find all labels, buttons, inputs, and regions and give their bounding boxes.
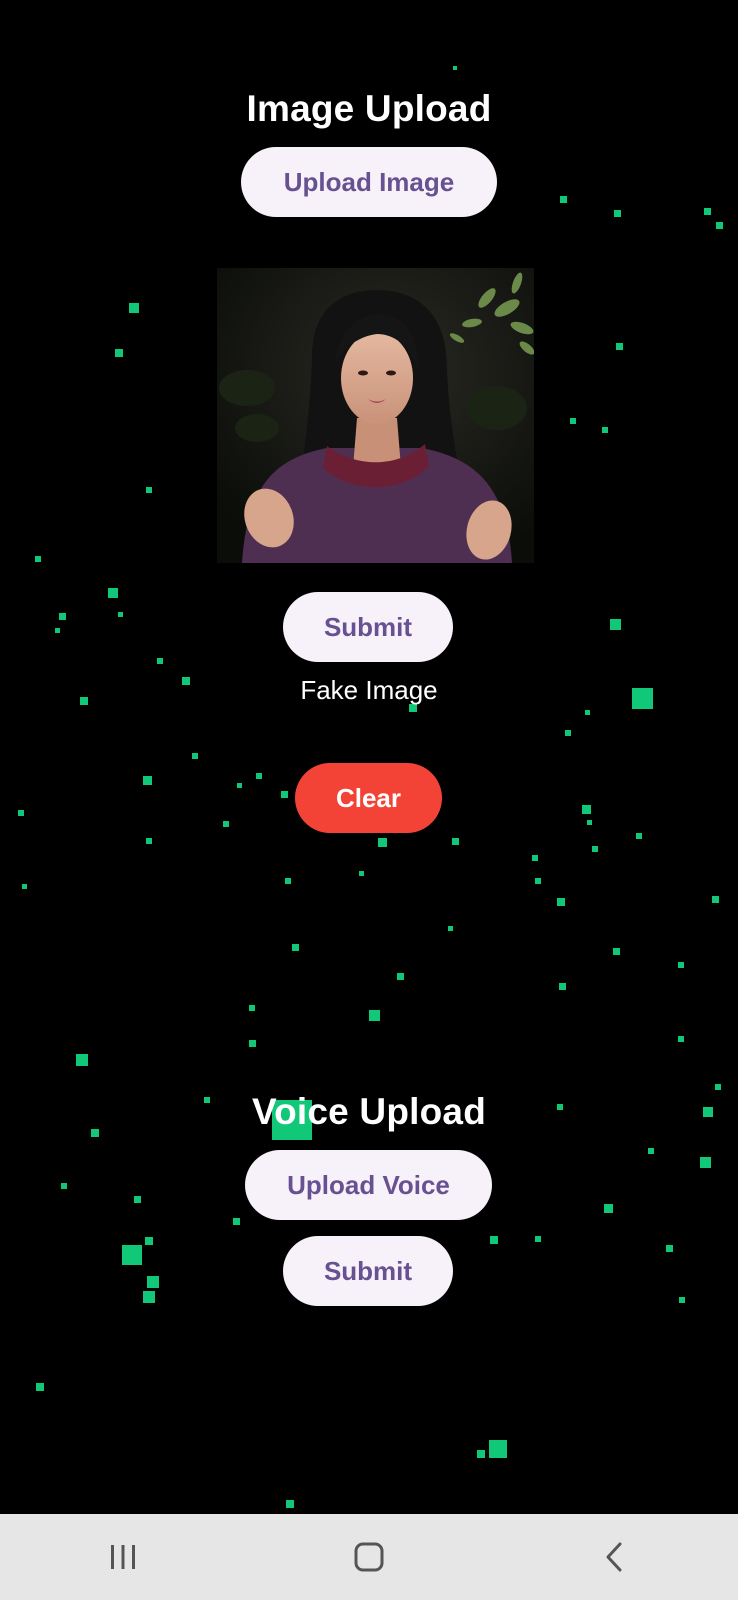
particle bbox=[452, 838, 459, 845]
particle bbox=[613, 948, 620, 955]
image-submit-button[interactable]: Submit bbox=[283, 592, 453, 662]
particle bbox=[610, 619, 621, 630]
particle bbox=[535, 878, 541, 884]
particle bbox=[281, 791, 288, 798]
particle bbox=[565, 730, 571, 736]
particle bbox=[147, 1276, 159, 1288]
back-icon bbox=[606, 1542, 622, 1572]
particle bbox=[557, 898, 565, 906]
particle bbox=[129, 303, 139, 313]
upload-image-button[interactable]: Upload Image bbox=[241, 147, 497, 217]
particle bbox=[679, 1297, 685, 1303]
uploaded-image-preview bbox=[217, 268, 534, 563]
particle bbox=[666, 1245, 673, 1252]
voice-submit-button[interactable]: Submit bbox=[283, 1236, 453, 1306]
system-navigation-bar bbox=[0, 1514, 738, 1600]
particle bbox=[678, 962, 684, 968]
particle bbox=[55, 628, 60, 633]
particle bbox=[369, 1010, 380, 1021]
particle bbox=[36, 1383, 44, 1391]
app-screen: Image Upload Upload Image Submit Fake Im… bbox=[0, 0, 738, 1514]
particle bbox=[585, 710, 590, 715]
particle bbox=[700, 1157, 711, 1168]
particle bbox=[489, 1440, 507, 1458]
particle bbox=[143, 1291, 155, 1303]
particle bbox=[108, 588, 118, 598]
particle bbox=[535, 1236, 541, 1242]
particle bbox=[560, 196, 567, 203]
particle bbox=[359, 871, 364, 876]
particle bbox=[146, 487, 152, 493]
image-upload-title: Image Upload bbox=[246, 88, 492, 129]
particle bbox=[582, 805, 591, 814]
particle bbox=[616, 343, 623, 350]
particle bbox=[122, 1245, 142, 1265]
particle bbox=[378, 838, 387, 847]
particle bbox=[22, 884, 27, 889]
home-button[interactable] bbox=[329, 1527, 409, 1587]
particle bbox=[118, 612, 123, 617]
upload-voice-button[interactable]: Upload Voice bbox=[245, 1150, 492, 1220]
particle bbox=[570, 418, 576, 424]
particle bbox=[18, 810, 24, 816]
particle bbox=[285, 878, 291, 884]
particle bbox=[146, 838, 152, 844]
particle bbox=[477, 1450, 485, 1458]
particle bbox=[614, 210, 621, 217]
prediction-result-text: Fake Image bbox=[300, 675, 438, 705]
particle bbox=[292, 944, 299, 951]
particle bbox=[704, 208, 711, 215]
particle bbox=[592, 846, 598, 852]
home-icon bbox=[354, 1542, 384, 1572]
particle bbox=[143, 776, 152, 785]
particle bbox=[145, 1237, 153, 1245]
particle bbox=[532, 855, 538, 861]
particle bbox=[602, 427, 608, 433]
particle bbox=[223, 821, 229, 827]
particle bbox=[249, 1005, 255, 1011]
particle bbox=[61, 1183, 67, 1189]
particle bbox=[587, 820, 592, 825]
particle bbox=[716, 222, 723, 229]
recent-apps-button[interactable] bbox=[83, 1527, 163, 1587]
particle bbox=[490, 1236, 498, 1244]
particle bbox=[648, 1148, 654, 1154]
particle bbox=[233, 1218, 240, 1225]
particle bbox=[636, 833, 642, 839]
particle bbox=[157, 658, 163, 664]
particle bbox=[448, 926, 453, 931]
particle bbox=[115, 349, 123, 357]
particle bbox=[604, 1204, 613, 1213]
particle bbox=[35, 556, 41, 562]
particle bbox=[237, 783, 242, 788]
voice-upload-title: Voice Upload bbox=[251, 1091, 487, 1132]
clear-button[interactable]: Clear bbox=[295, 763, 442, 833]
particle bbox=[397, 973, 404, 980]
recent-apps-icon bbox=[111, 1545, 135, 1569]
particle bbox=[59, 613, 66, 620]
back-button[interactable] bbox=[575, 1527, 655, 1587]
particle bbox=[678, 1036, 684, 1042]
particle bbox=[286, 1500, 294, 1508]
particle bbox=[134, 1196, 141, 1203]
particle bbox=[249, 1040, 256, 1047]
particle bbox=[712, 896, 719, 903]
particle bbox=[453, 66, 457, 70]
particle bbox=[559, 983, 566, 990]
particle bbox=[256, 773, 262, 779]
particle bbox=[76, 1054, 88, 1066]
particle bbox=[192, 753, 198, 759]
particle bbox=[715, 1084, 721, 1090]
